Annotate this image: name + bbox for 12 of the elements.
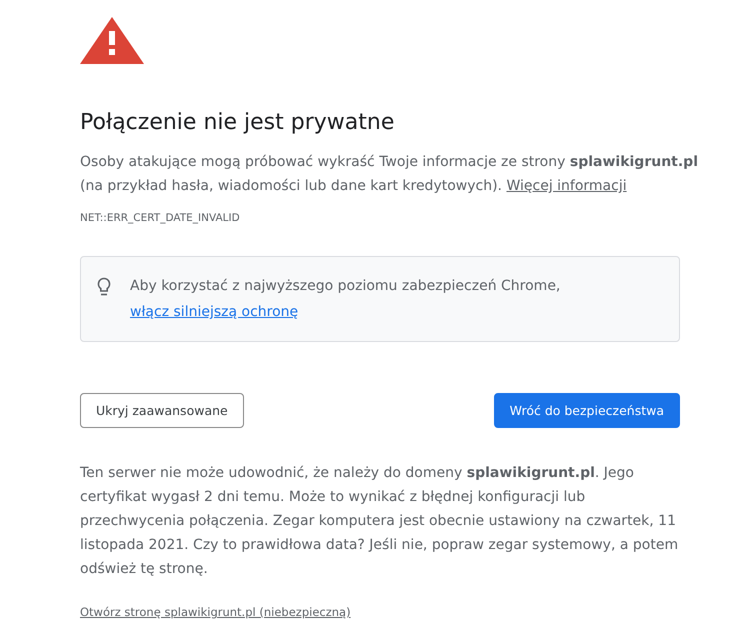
warning-icon bbox=[79, 15, 145, 65]
page-heading: Połączenie nie jest prywatne bbox=[80, 109, 396, 137]
error-code: NET::ERR_CERT_DATE_INVALID bbox=[80, 212, 241, 224]
hide-advanced-button[interactable]: Ukryj zaawansowane bbox=[80, 393, 244, 428]
enhanced-protection-link[interactable]: włącz silniejszą ochronę bbox=[130, 304, 298, 320]
more-info-link[interactable]: Więcej informacji bbox=[506, 178, 627, 194]
back-to-safety-button[interactable]: Wróć do bezpieczeństwa bbox=[494, 393, 680, 428]
proceed-link[interactable]: Otwórz stronę splawikigrunt.pl (niebezpieczną) bbox=[80, 605, 351, 619]
lightbulb-icon bbox=[97, 277, 111, 297]
tip-text: Aby korzystać z najwyższego poziomu zabezpieczeń Chrome, włącz silniejszą ochronę bbox=[130, 277, 562, 322]
warning-message: Osoby atakujące mogą próbować wykraść Twoje informacje ze strony splawikigrunt.pl (na przykład hasła, wiadomości lub dane kart kredytowych). Więcej informacji bbox=[80, 153, 699, 196]
details-text: Ten serwer nie może udowodnić, że należy do domeny splawikigrunt.pl. Jego certyfikat wygasł 2 dni temu. Może to wynikać z błędnej konfiguracji lub przechwycenia połączenia. Zegar komputera jest obecnie ustawiony na czwartek, 11 listopada 2021. Czy to prawidłowa data? Jeśli nie, popraw zegar systemowy, a potem odśwież tę stronę. bbox=[80, 464, 680, 579]
